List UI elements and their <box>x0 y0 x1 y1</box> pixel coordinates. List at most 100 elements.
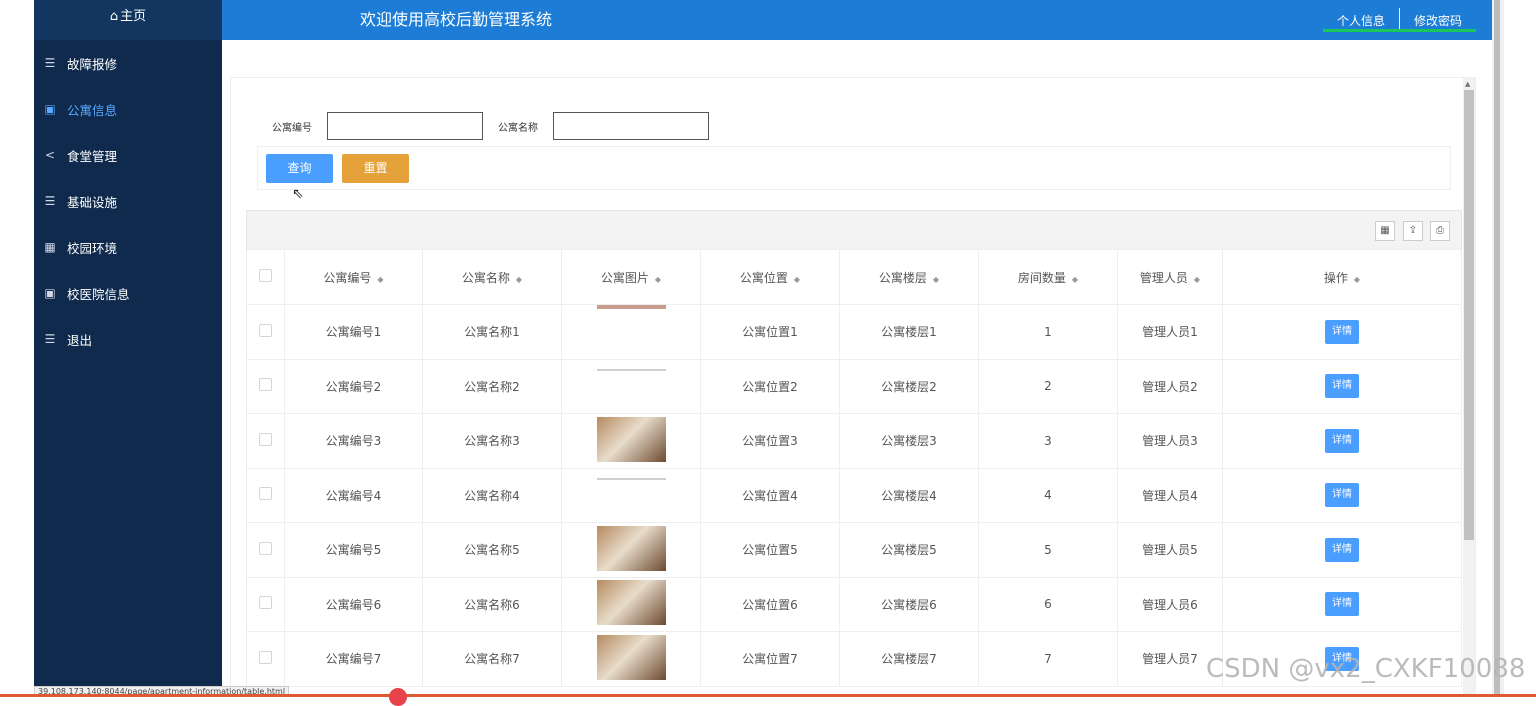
col-header[interactable]: 管理人员 ◆ <box>1117 249 1223 305</box>
sort-icon[interactable]: ◆ <box>933 275 939 284</box>
cell-text: 公寓编号1 <box>325 325 382 340</box>
sort-icon[interactable]: ◆ <box>1072 275 1078 284</box>
cell-text: 管理人员5 <box>1142 543 1198 558</box>
sidebar-item[interactable]: ▣ 公寓信息 <box>34 86 222 132</box>
col-header[interactable]: 公寓楼层 ◆ <box>839 249 979 305</box>
sidebar-item-label: 食堂管理 <box>67 148 118 164</box>
cell-code: 公寓编号5 <box>284 522 423 578</box>
detail-button[interactable]: 详情 <box>1325 483 1359 508</box>
cell-text: 1 <box>1044 324 1052 339</box>
col-header-label: 公寓名称 <box>461 270 510 285</box>
row-checkbox[interactable] <box>259 323 272 337</box>
row-checkbox[interactable] <box>259 541 272 555</box>
sidebar-home[interactable]: ⌂ 主页 <box>34 0 222 40</box>
col-header[interactable]: 公寓位置 ◆ <box>700 249 840 305</box>
print-icon[interactable]: ⎙ <box>1430 221 1450 241</box>
row-checkbox[interactable] <box>259 596 272 610</box>
profile-link[interactable]: 个人信息 <box>1323 8 1399 29</box>
change-password-link[interactable]: 修改密码 <box>1398 8 1476 29</box>
sort-icon[interactable]: ◆ <box>655 275 661 284</box>
columns-icon[interactable]: ▦ <box>1375 221 1395 241</box>
cell-action: 详情 <box>1222 522 1462 578</box>
detail-button[interactable]: 详情 <box>1325 592 1359 617</box>
col-header[interactable]: 操作 ◆ <box>1222 249 1462 305</box>
inner-scrollbar[interactable]: ▲ <box>1463 78 1475 697</box>
col-header[interactable]: 公寓名称 ◆ <box>422 249 562 305</box>
detail-button[interactable]: 详情 <box>1325 537 1359 562</box>
cell-text: 3 <box>1044 433 1052 448</box>
cell-name: 公寓名称6 <box>422 576 562 632</box>
table-toolbar: ▦ ⇪ ⎙ <box>246 210 1462 250</box>
cell-text: 5 <box>1044 542 1052 557</box>
col-header[interactable]: 公寓编号 ◆ <box>284 249 423 305</box>
cell-image <box>561 413 701 469</box>
col-header-label: 公寓图片 <box>600 270 649 285</box>
sidebar-item[interactable]: ☰ 退出 <box>34 316 222 362</box>
col-header[interactable]: 房间数量 ◆ <box>978 249 1118 305</box>
cell-image <box>561 304 701 360</box>
select-all-checkbox[interactable] <box>259 269 272 282</box>
cell-name: 公寓名称2 <box>422 358 562 414</box>
apartment-name-input[interactable] <box>553 112 709 140</box>
cell-text: 公寓位置3 <box>742 434 798 449</box>
detail-button[interactable]: 详情 <box>1325 319 1359 344</box>
cell-name: 公寓名称4 <box>422 467 562 523</box>
cell-location: 公寓位置3 <box>700 413 840 469</box>
outer-scrollbar[interactable] <box>1492 0 1504 697</box>
cell-text: 公寓名称7 <box>464 652 520 667</box>
book-icon: ▣ <box>44 102 56 116</box>
reset-button[interactable]: 重置 <box>342 154 409 183</box>
mouse-cursor-icon: ⇖ <box>292 186 304 202</box>
scroll-up-icon[interactable]: ▲ <box>1465 80 1470 88</box>
cell-rooms: 7 <box>978 631 1118 687</box>
cell-text: 公寓编号3 <box>325 434 382 449</box>
cell-text: 6 <box>1044 597 1052 612</box>
sidebar-item[interactable]: ☰ 基础设施 <box>34 178 222 224</box>
checkbox-cell <box>246 522 285 578</box>
book-icon: ▣ <box>44 286 56 300</box>
table-row: 公寓编号5 公寓名称5 公寓位置5 公寓楼层5 5 管理人员5 详情 <box>246 522 1462 578</box>
cell-name: 公寓名称7 <box>422 631 562 687</box>
cell-rooms: 2 <box>978 358 1118 414</box>
cell-manager: 管理人员4 <box>1117 467 1223 523</box>
sidebar-item[interactable]: ▦ 校园环境 <box>34 224 222 270</box>
left-margin <box>0 0 34 697</box>
cell-manager: 管理人员2 <box>1117 358 1223 414</box>
col-header-label: 公寓位置 <box>739 270 788 285</box>
cell-floor: 公寓楼层5 <box>839 522 979 578</box>
sort-icon[interactable]: ◆ <box>516 275 522 284</box>
export-icon[interactable]: ⇪ <box>1403 221 1423 241</box>
cell-action: 详情 <box>1222 467 1462 523</box>
apartment-photo <box>596 305 666 309</box>
cell-rooms: 5 <box>978 522 1118 578</box>
checkbox-cell <box>246 631 285 687</box>
record-dot-icon <box>389 688 407 706</box>
cell-text: 4 <box>1044 488 1052 503</box>
list-icon: ☰ <box>44 332 56 346</box>
cell-text: 公寓楼层6 <box>881 597 937 612</box>
detail-button[interactable]: 详情 <box>1325 374 1359 399</box>
query-button[interactable]: 查询 <box>266 154 333 183</box>
sidebar-item[interactable]: < 食堂管理 <box>34 132 222 178</box>
cell-code: 公寓编号2 <box>284 358 423 414</box>
sort-icon[interactable]: ◆ <box>794 275 800 284</box>
cell-floor: 公寓楼层2 <box>839 358 979 414</box>
col-header[interactable]: 公寓图片 ◆ <box>561 249 701 305</box>
cell-code: 公寓编号3 <box>284 413 423 469</box>
sort-icon[interactable]: ◆ <box>377 275 383 284</box>
row-checkbox[interactable] <box>259 432 272 446</box>
cell-text: 公寓名称2 <box>464 379 520 394</box>
detail-button[interactable]: 详情 <box>1325 428 1359 453</box>
cell-text: 公寓楼层4 <box>881 488 937 503</box>
scroll-thumb[interactable] <box>1464 90 1474 540</box>
row-checkbox[interactable] <box>259 487 272 501</box>
cell-text: 管理人员7 <box>1142 652 1198 667</box>
apartment-code-input[interactable] <box>327 112 483 140</box>
row-checkbox[interactable] <box>259 378 272 392</box>
row-checkbox[interactable] <box>259 650 272 664</box>
sort-icon[interactable]: ◆ <box>1354 275 1360 284</box>
sidebar-item[interactable]: ☰ 故障报修 <box>34 40 222 86</box>
sidebar-item[interactable]: ▣ 校医院信息 <box>34 270 222 316</box>
sidebar-item-label: 校医院信息 <box>67 286 130 302</box>
sort-icon[interactable]: ◆ <box>1194 275 1200 284</box>
